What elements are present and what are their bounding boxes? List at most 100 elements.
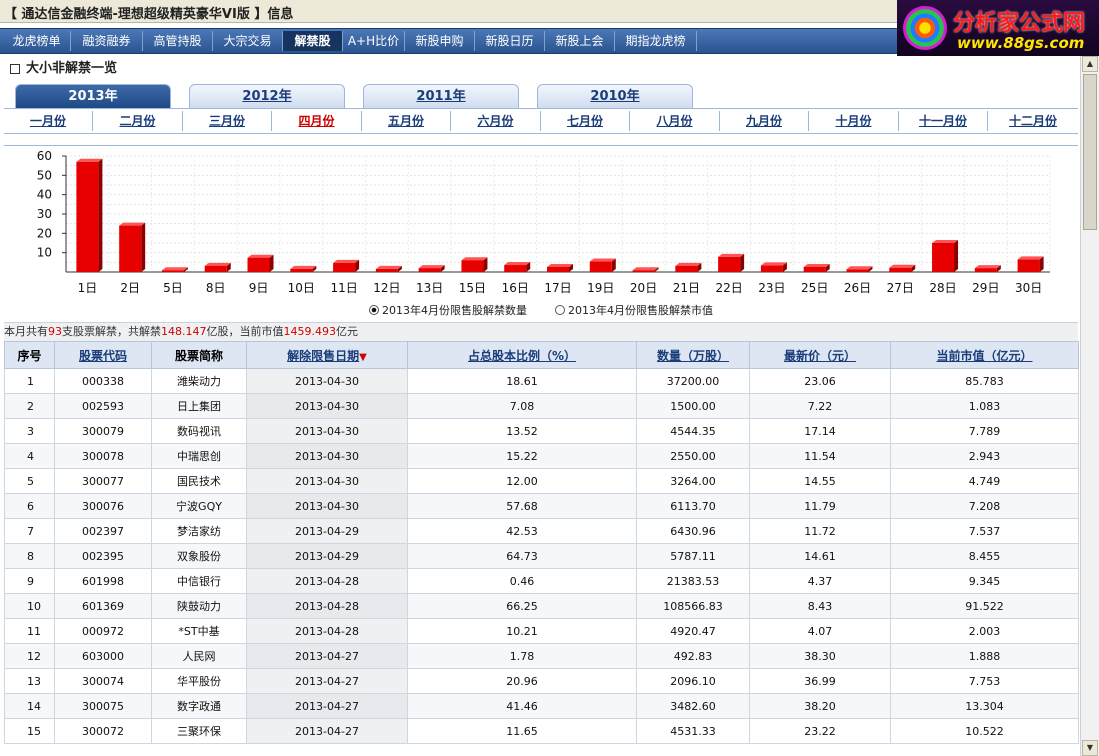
tab-year-2013[interactable]: 2013年 bbox=[15, 84, 171, 108]
col-header-quantity[interactable]: 数量（万股） bbox=[636, 341, 750, 369]
table-row[interactable]: 2 002593 日上集团 2013-04-30 7.08 1500.00 7.22 1.08… bbox=[4, 393, 1079, 419]
col-header-market-value[interactable]: 当前市值（亿元） bbox=[890, 341, 1079, 369]
bar[interactable] bbox=[204, 262, 231, 272]
table-row[interactable]: 15 300072 三聚环保 2013-04-27 11.65 4531.33 23.22 1… bbox=[4, 718, 1079, 744]
bar[interactable] bbox=[1017, 256, 1044, 272]
x-tick-label: 20日 bbox=[630, 281, 657, 295]
cell-price: 23.06 bbox=[749, 368, 891, 394]
cell-index: 12 bbox=[4, 643, 55, 669]
bar[interactable] bbox=[932, 240, 959, 272]
bar[interactable] bbox=[290, 265, 317, 272]
col-header-unlock-date[interactable]: 解除限售日期▼ bbox=[246, 341, 408, 369]
col-header-ratio[interactable]: 占总股本比例（%） bbox=[407, 341, 637, 369]
month-link-7[interactable]: 七月份 bbox=[541, 111, 630, 131]
month-link-1[interactable]: 一月份 bbox=[4, 111, 93, 131]
table-row[interactable]: 1 000338 潍柴动力 2013-04-30 18.61 37200.00 23.06 8… bbox=[4, 368, 1079, 394]
scroll-down-icon[interactable]: ▼ bbox=[1082, 740, 1098, 756]
top-nav: 龙虎榜单 融资融券 高管持股 大宗交易 解禁股 A+H比价 新股申购 新股日历 … bbox=[0, 28, 897, 54]
month-link-2[interactable]: 二月份 bbox=[93, 111, 183, 131]
nav-item-ipo-review[interactable]: 新股上会 bbox=[545, 31, 615, 51]
legend-radio-dot-icon bbox=[371, 307, 377, 313]
cell-code: 603000 bbox=[54, 643, 152, 669]
legend-value-label[interactable]: 2013年4月份限售股解禁市值 bbox=[568, 303, 713, 317]
nav-item-insider[interactable]: 高管持股 bbox=[143, 31, 213, 51]
table-row[interactable]: 7 002397 梦洁家纺 2013-04-29 42.53 6430.96 11.72 7.… bbox=[4, 518, 1079, 544]
bar[interactable] bbox=[675, 262, 702, 272]
table-row[interactable]: 9 601998 中信银行 2013-04-28 0.46 21383.53 4.37 9.3… bbox=[4, 568, 1079, 594]
bar-face bbox=[333, 262, 356, 272]
scroll-up-icon[interactable]: ▲ bbox=[1082, 56, 1098, 72]
bar[interactable] bbox=[718, 253, 745, 272]
bar[interactable] bbox=[803, 263, 830, 272]
bar[interactable] bbox=[161, 267, 188, 272]
bar[interactable] bbox=[632, 267, 659, 272]
bar[interactable] bbox=[547, 263, 573, 272]
cell-quantity: 5787.11 bbox=[636, 543, 750, 569]
month-link-8[interactable]: 八月份 bbox=[630, 111, 720, 131]
cell-code: 002593 bbox=[54, 393, 152, 419]
tab-year-2012[interactable]: 2012年 bbox=[189, 84, 345, 108]
col-header-code[interactable]: 股票代码 bbox=[54, 341, 152, 369]
month-link-4[interactable]: 四月份 bbox=[272, 111, 362, 131]
month-link-11[interactable]: 十一月份 bbox=[899, 111, 988, 131]
bar[interactable] bbox=[589, 258, 616, 272]
table-row[interactable]: 13 300074 华平股份 2013-04-27 20.96 2096.10 36.99 7… bbox=[4, 668, 1079, 694]
tab-year-2011[interactable]: 2011年 bbox=[363, 84, 519, 108]
bar[interactable] bbox=[333, 259, 360, 272]
bar-top bbox=[760, 262, 787, 266]
month-link-5[interactable]: 五月份 bbox=[362, 111, 451, 131]
nav-item-ipo-calendar[interactable]: 新股日历 bbox=[475, 31, 545, 51]
nav-item-ah-ratio[interactable]: A+H比价 bbox=[343, 31, 405, 51]
vertical-scrollbar[interactable]: ▲ ▼ bbox=[1080, 56, 1099, 756]
bar[interactable] bbox=[974, 265, 1001, 272]
table-row[interactable]: 5 300077 国民技术 2013-04-30 12.00 3264.00 14.55 4.… bbox=[4, 468, 1079, 494]
col-header-price[interactable]: 最新价（元） bbox=[749, 341, 891, 369]
nav-item-longhu[interactable]: 龙虎榜单 bbox=[3, 31, 71, 51]
table-row[interactable]: 3 300079 数码视讯 2013-04-30 13.52 4544.35 17.14 7.… bbox=[4, 418, 1079, 444]
table-row[interactable]: 8 002395 双象股份 2013-04-29 64.73 5787.11 14.61 8.… bbox=[4, 543, 1079, 569]
collapse-square-icon[interactable] bbox=[10, 63, 20, 74]
month-link-9[interactable]: 九月份 bbox=[720, 111, 809, 131]
cell-ratio: 41.46 bbox=[407, 693, 637, 719]
bar[interactable] bbox=[846, 266, 873, 272]
bar-top bbox=[461, 257, 488, 261]
cell-code: 601369 bbox=[54, 593, 152, 619]
table-row[interactable]: 11 000972 *ST中基 2013-04-28 10.21 4920.47 4.07 2… bbox=[4, 618, 1079, 644]
cell-market-value: 2.003 bbox=[890, 618, 1079, 644]
cell-unlock-date: 2013-04-30 bbox=[246, 443, 408, 469]
nav-item-futures-longhu[interactable]: 期指龙虎榜 bbox=[615, 31, 697, 51]
cell-price: 23.22 bbox=[749, 718, 891, 744]
bar-face bbox=[547, 266, 569, 272]
month-link-12[interactable]: 十二月份 bbox=[988, 111, 1078, 131]
table-row[interactable]: 10 601369 陕鼓动力 2013-04-28 66.25 108566.83 8.43… bbox=[4, 593, 1079, 619]
bar[interactable] bbox=[119, 222, 146, 272]
nav-item-margin[interactable]: 融资融券 bbox=[71, 31, 143, 51]
scroll-thumb[interactable] bbox=[1083, 74, 1097, 230]
bar[interactable] bbox=[375, 265, 402, 272]
bar-top bbox=[333, 259, 360, 263]
cell-quantity: 1500.00 bbox=[636, 393, 750, 419]
bar[interactable] bbox=[461, 257, 488, 272]
month-link-10[interactable]: 十月份 bbox=[809, 111, 899, 131]
bar[interactable] bbox=[889, 264, 916, 272]
table-row[interactable]: 14 300075 数字政通 2013-04-27 41.46 3482.60 38.20 1… bbox=[4, 693, 1079, 719]
nav-item-ipo-subscribe[interactable]: 新股申购 bbox=[405, 31, 475, 51]
nav-item-block-trade[interactable]: 大宗交易 bbox=[213, 31, 283, 51]
table-row[interactable]: 4 300078 中瑞思创 2013-04-30 15.22 2550.00 11.54 2.… bbox=[4, 443, 1079, 469]
bar[interactable] bbox=[418, 265, 445, 272]
bar[interactable] bbox=[76, 158, 103, 272]
cell-market-value: 7.208 bbox=[890, 493, 1079, 519]
bar[interactable] bbox=[247, 254, 274, 272]
nav-item-unlock[interactable]: 解禁股 bbox=[283, 31, 343, 51]
month-link-3[interactable]: 三月份 bbox=[183, 111, 272, 131]
legend-radio-value-icon[interactable] bbox=[555, 305, 565, 315]
month-link-6[interactable]: 六月份 bbox=[451, 111, 541, 131]
cell-unlock-date: 2013-04-30 bbox=[246, 393, 408, 419]
bar[interactable] bbox=[504, 262, 531, 272]
table-row[interactable]: 6 300076 宁波GQY 2013-04-30 57.68 6113.70 11.79 7… bbox=[4, 493, 1079, 519]
tab-year-2010[interactable]: 2010年 bbox=[537, 84, 693, 108]
bar[interactable] bbox=[760, 262, 787, 272]
cell-market-value: 4.749 bbox=[890, 468, 1079, 494]
table-row[interactable]: 12 603000 人民网 2013-04-27 1.78 492.83 38.30 1.88… bbox=[4, 643, 1079, 669]
legend-quantity-label[interactable]: 2013年4月份限售股解禁数量 bbox=[382, 303, 527, 317]
